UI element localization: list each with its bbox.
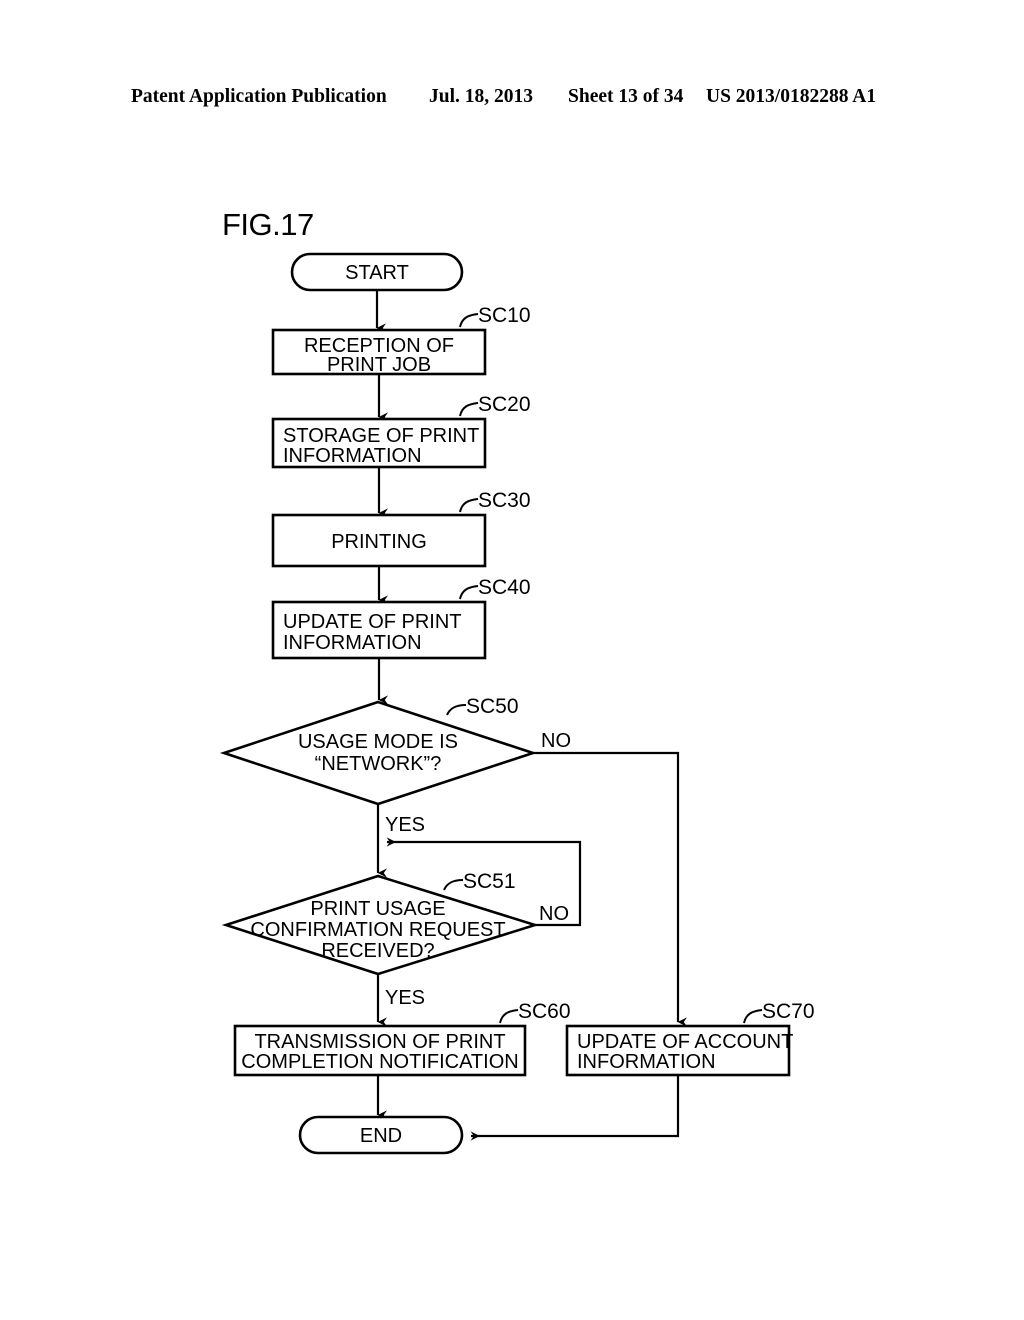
sc60-text-line1: TRANSMISSION OF PRINT	[254, 1031, 505, 1053]
sc40-text-line2: INFORMATION	[283, 632, 422, 654]
flow-node-end: END	[298, 1115, 464, 1155]
sc51-step-ref: SC51	[463, 870, 516, 893]
sc20-text-line2: INFORMATION	[283, 445, 422, 467]
sc50-text-line2: “NETWORK”?	[315, 753, 442, 775]
sc20-step-ref: SC20	[478, 393, 531, 416]
sc40-text-line1: UPDATE OF PRINT	[283, 611, 462, 633]
flow-node-sc30: PRINTING SC30	[271, 489, 531, 568]
sc40-step-ref: SC40	[478, 576, 531, 599]
sc60-text-line2: COMPLETION NOTIFICATION	[241, 1051, 518, 1073]
flow-node-sc51: PRINT USAGE CONFIRMATION REQUEST RECEIVE…	[221, 870, 540, 976]
flowchart-diagram: START RECEPTION OF PRINT JOB SC10 STORAG…	[219, 252, 815, 1155]
sc50-text-line1: USAGE MODE IS	[298, 731, 458, 753]
sc20-text-line1: STORAGE OF PRINT	[283, 425, 479, 447]
sc51-text-line3: RECEIVED?	[321, 940, 434, 962]
end-label: END	[360, 1125, 402, 1147]
sc50-yes-label: YES	[385, 814, 425, 836]
sc30-text-line1: PRINTING	[331, 531, 427, 553]
sc70-text-line2: INFORMATION	[577, 1051, 716, 1073]
sc10-text-line2: PRINT JOB	[327, 354, 431, 376]
flow-node-sc20: STORAGE OF PRINT INFORMATION SC20	[271, 393, 531, 469]
sc30-step-ref: SC30	[478, 489, 531, 512]
flow-node-sc60: TRANSMISSION OF PRINT COMPLETION NOTIFIC…	[233, 1000, 571, 1077]
sc50-step-ref: SC50	[466, 695, 519, 718]
flow-node-sc50: USAGE MODE IS “NETWORK”? SC50	[219, 695, 538, 806]
sc51-text-line1: PRINT USAGE	[310, 898, 445, 920]
start-label: START	[345, 262, 409, 284]
connector-sc50-no-to-sc70	[533, 751, 687, 1027]
sc51-no-label: NO	[539, 903, 569, 925]
connector-sc70-to-end	[470, 1075, 680, 1141]
sc51-text-line2: CONFIRMATION REQUEST	[250, 919, 505, 941]
sc10-step-ref: SC10	[478, 304, 531, 327]
sc70-step-ref: SC70	[762, 1000, 815, 1023]
sc60-step-ref: SC60	[518, 1000, 571, 1023]
flow-node-sc70: UPDATE OF ACCOUNT INFORMATION SC70	[565, 1000, 815, 1077]
sc50-no-label: NO	[541, 730, 571, 752]
sc70-text-line1: UPDATE OF ACCOUNT	[577, 1031, 793, 1053]
flow-node-start: START	[290, 252, 464, 292]
flow-node-sc10: RECEPTION OF PRINT JOB SC10	[271, 304, 531, 376]
flow-node-sc40: UPDATE OF PRINT INFORMATION SC40	[271, 576, 531, 660]
sc51-yes-label: YES	[385, 987, 425, 1009]
